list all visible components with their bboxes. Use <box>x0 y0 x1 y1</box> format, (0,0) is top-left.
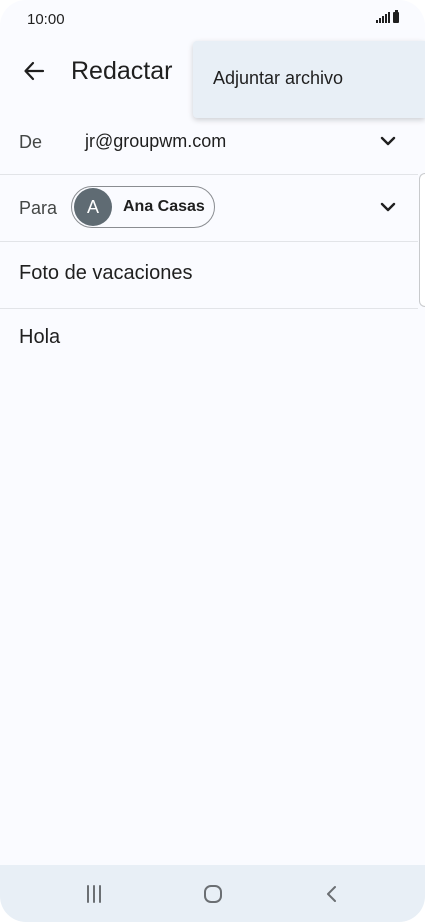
recipient-chip[interactable]: A Ana Casas <box>71 186 215 228</box>
signal-icon <box>376 12 390 23</box>
arrow-left-icon <box>24 61 45 81</box>
back-button[interactable] <box>14 54 54 88</box>
status-bar: 10:00 <box>0 0 425 40</box>
recent-apps-button[interactable] <box>79 879 109 909</box>
battery-icon <box>393 10 399 23</box>
back-nav-button[interactable] <box>317 879 347 909</box>
navigation-bar <box>0 865 425 922</box>
status-time: 10:00 <box>27 11 65 28</box>
body-field[interactable]: Hola <box>19 326 60 349</box>
avatar: A <box>74 188 112 226</box>
recent-apps-icon <box>87 885 101 903</box>
to-label: Para <box>19 198 58 218</box>
from-expand-button[interactable] <box>378 131 398 151</box>
overflow-menu: Adjuntar archivo <box>193 41 425 118</box>
menu-item-attach-file[interactable]: Adjuntar archivo <box>213 68 343 89</box>
chevron-down-icon <box>380 202 396 212</box>
to-expand-button[interactable] <box>378 197 398 217</box>
status-icons <box>376 10 399 23</box>
recipient-name: Ana Casas <box>123 198 205 215</box>
compose-screen: 10:00 Redactar De jr@groupwm.com Para A <box>0 0 425 922</box>
from-field[interactable]: jr@groupwm.com <box>85 131 226 152</box>
scroll-handle[interactable] <box>419 173 425 307</box>
from-label: De <box>19 132 43 152</box>
home-icon <box>204 885 222 903</box>
to-row: Para A Ana Casas <box>0 175 418 242</box>
subject-field[interactable]: Foto de vacaciones <box>19 262 192 285</box>
subject-row: Foto de vacaciones <box>0 242 418 309</box>
from-row: De jr@groupwm.com <box>0 109 418 175</box>
chevron-down-icon <box>380 136 396 146</box>
home-button[interactable] <box>198 879 228 909</box>
back-icon <box>327 886 336 902</box>
page-title: Redactar <box>71 57 173 85</box>
